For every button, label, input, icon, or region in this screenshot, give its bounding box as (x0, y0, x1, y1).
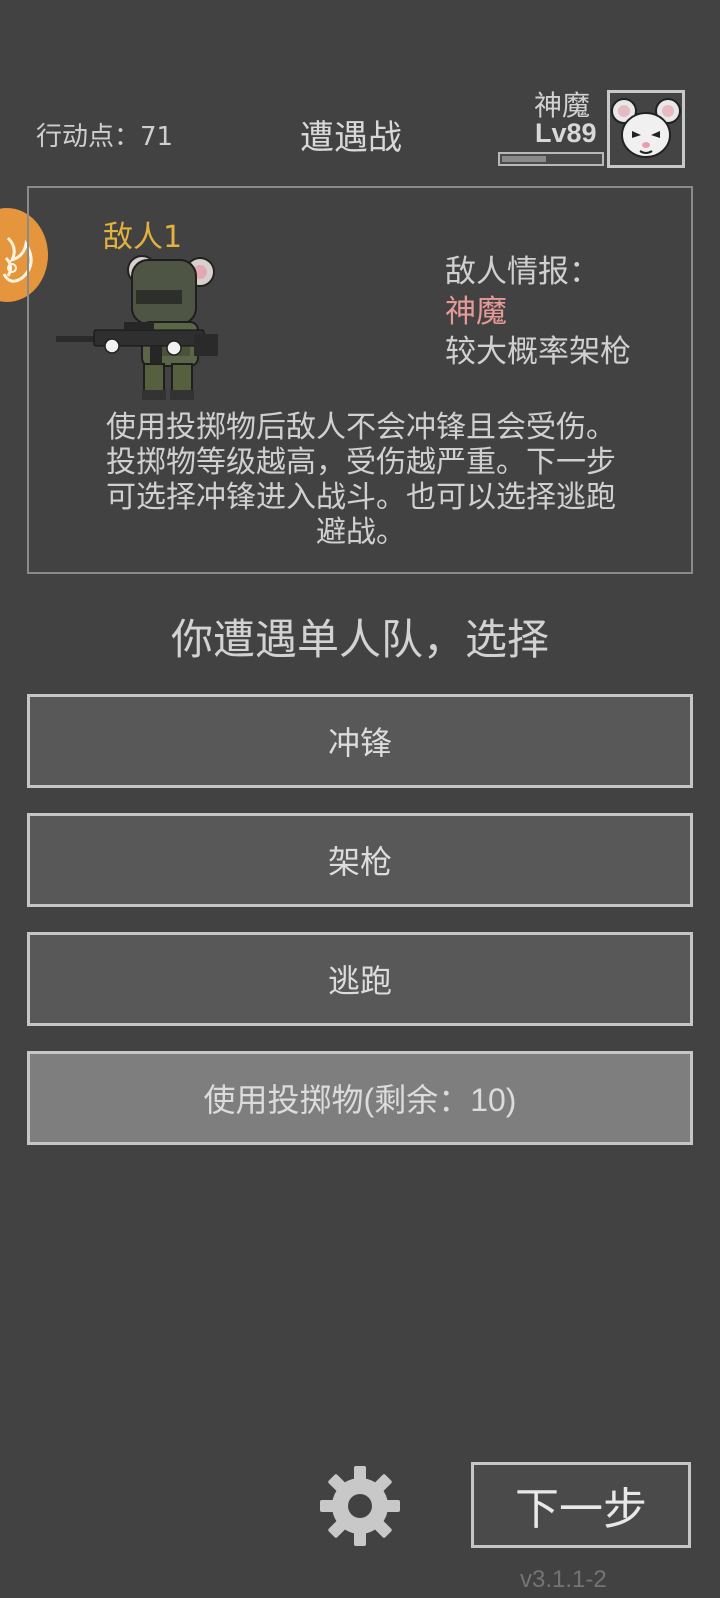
settings-button[interactable] (316, 1462, 404, 1550)
action-points-label: 行动点： (36, 122, 141, 152)
next-step-label: 下一步 (515, 1484, 647, 1535)
description-line: 投掷物等级越高，受伤越严重。下一步 (106, 445, 616, 480)
gear-icon (320, 1466, 400, 1546)
enemy-intel-name: 神魔 (445, 294, 507, 330)
charge-button[interactable]: 冲锋 (27, 694, 693, 788)
use-throwable-button-label: 使用投掷物(剩余：10) (203, 1082, 517, 1118)
use-throwable-button[interactable]: 使用投掷物(剩余：10) (27, 1051, 693, 1145)
encounter-prompt: 你遭遇单人队，选择 (170, 615, 549, 664)
description-line: 可选择冲锋进入战斗。也可以选择逃跑 (106, 480, 616, 515)
xp-progress-fill (502, 156, 546, 162)
next-step-button[interactable]: 下一步 (471, 1462, 691, 1548)
action-points: 行动点：71 (36, 116, 173, 153)
enemy-sprite (54, 250, 226, 410)
suppress-button[interactable]: 架枪 (27, 813, 693, 907)
action-points-value: 71 (140, 122, 174, 152)
encounter-description: 使用投掷物后敌人不会冲锋且会受伤。 投掷物等级越高，受伤越严重。下一步 可选择冲… (56, 410, 666, 550)
version-label: v3.1.1-2 (520, 1566, 607, 1593)
enemy-intel-header: 敌人情报： (445, 254, 600, 290)
description-line: 使用投掷物后敌人不会冲锋且会受伤。 (106, 410, 616, 445)
description-line: 避战。 (316, 515, 406, 550)
armored-mouse-soldier-with-rifle-icon (56, 255, 218, 400)
player-level: Lv89 (535, 118, 597, 148)
flee-button[interactable]: 逃跑 (27, 932, 693, 1026)
suppress-button-label: 架枪 (327, 843, 392, 881)
player-avatar[interactable] (607, 90, 685, 168)
flee-button-label: 逃跑 (327, 962, 392, 1000)
xp-progress-bar (498, 152, 604, 166)
white-mouse-avatar-icon (611, 98, 681, 158)
page-title: 遭遇战 (300, 118, 402, 158)
charge-button-label: 冲锋 (327, 724, 392, 762)
enemy-intel-behavior: 较大概率架枪 (445, 334, 631, 370)
